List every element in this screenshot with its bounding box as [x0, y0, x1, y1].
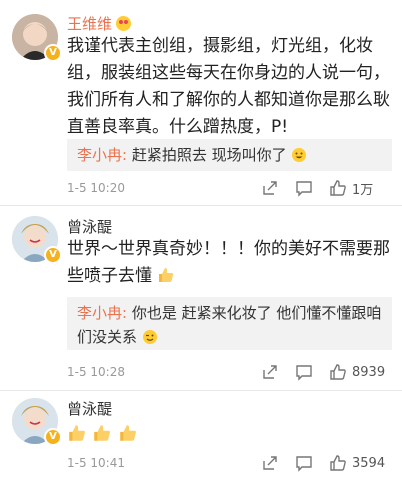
like-count: 1万: [352, 182, 374, 198]
comment-icon[interactable]: [294, 453, 314, 473]
username[interactable]: 曾泳醍: [67, 216, 112, 237]
grin-emoji-icon: [291, 147, 307, 163]
thumbs-up-icon[interactable]: [328, 178, 348, 198]
thumbs-up-emoji-icon: [92, 423, 112, 443]
share-icon[interactable]: [260, 453, 280, 473]
timestamp: 1-5 10:41: [67, 456, 125, 470]
verified-badge-icon: V: [44, 246, 62, 264]
comment-text: 世界～世界真奇妙！！！你的美好不需要那些喷子去懂: [67, 236, 392, 290]
username[interactable]: 曾泳醍: [67, 398, 112, 419]
comment-text: 我谨代表主创组，摄影组，灯光组，化妆组，服装组这些每天在你身边的人说一句，我们所…: [67, 36, 390, 137]
verified-badge-icon: V: [44, 44, 62, 62]
divider: [0, 205, 402, 206]
comment-icon[interactable]: [294, 362, 314, 382]
thumbs-up-icon[interactable]: [328, 453, 348, 473]
wink-emoji-icon: [142, 329, 158, 345]
fan-badge-icon: [116, 16, 132, 31]
comment-text-body: 世界～世界真奇妙！！！你的美好不需要那些喷子去懂: [67, 239, 390, 286]
username[interactable]: 王维维: [67, 13, 132, 34]
reply-box[interactable]: 李小冉: 赶紧拍照去 现场叫你了: [67, 139, 392, 171]
reply-text: 赶紧拍照去 现场叫你了: [127, 146, 287, 164]
thumbs-up-emoji-icon: [118, 423, 138, 443]
action-bar: 1万: [260, 178, 373, 198]
username-text[interactable]: 王维维: [67, 15, 112, 33]
timestamp: 1-5 10:28: [67, 365, 125, 379]
comment-icon[interactable]: [294, 178, 314, 198]
reply-username[interactable]: 李小冉:: [77, 304, 127, 322]
reply-username[interactable]: 李小冉:: [77, 146, 127, 164]
reply-box[interactable]: 李小冉: 你也是 赶紧来化妆了 他们懂不懂跟咱们没关系: [67, 297, 392, 350]
comment-text: [67, 422, 392, 449]
like-count: 3594: [352, 455, 386, 471]
thumbs-up-emoji-icon: [67, 423, 87, 443]
action-bar: 8939: [260, 362, 385, 382]
share-icon[interactable]: [260, 178, 280, 198]
divider: [0, 390, 402, 391]
thumbs-up-emoji-icon: [157, 266, 175, 284]
verified-badge-icon: V: [44, 428, 62, 446]
share-icon[interactable]: [260, 362, 280, 382]
thumbs-up-icon[interactable]: [328, 362, 348, 382]
action-bar: 3594: [260, 453, 385, 473]
like-count: 8939: [352, 364, 386, 380]
timestamp: 1-5 10:20: [67, 181, 125, 195]
